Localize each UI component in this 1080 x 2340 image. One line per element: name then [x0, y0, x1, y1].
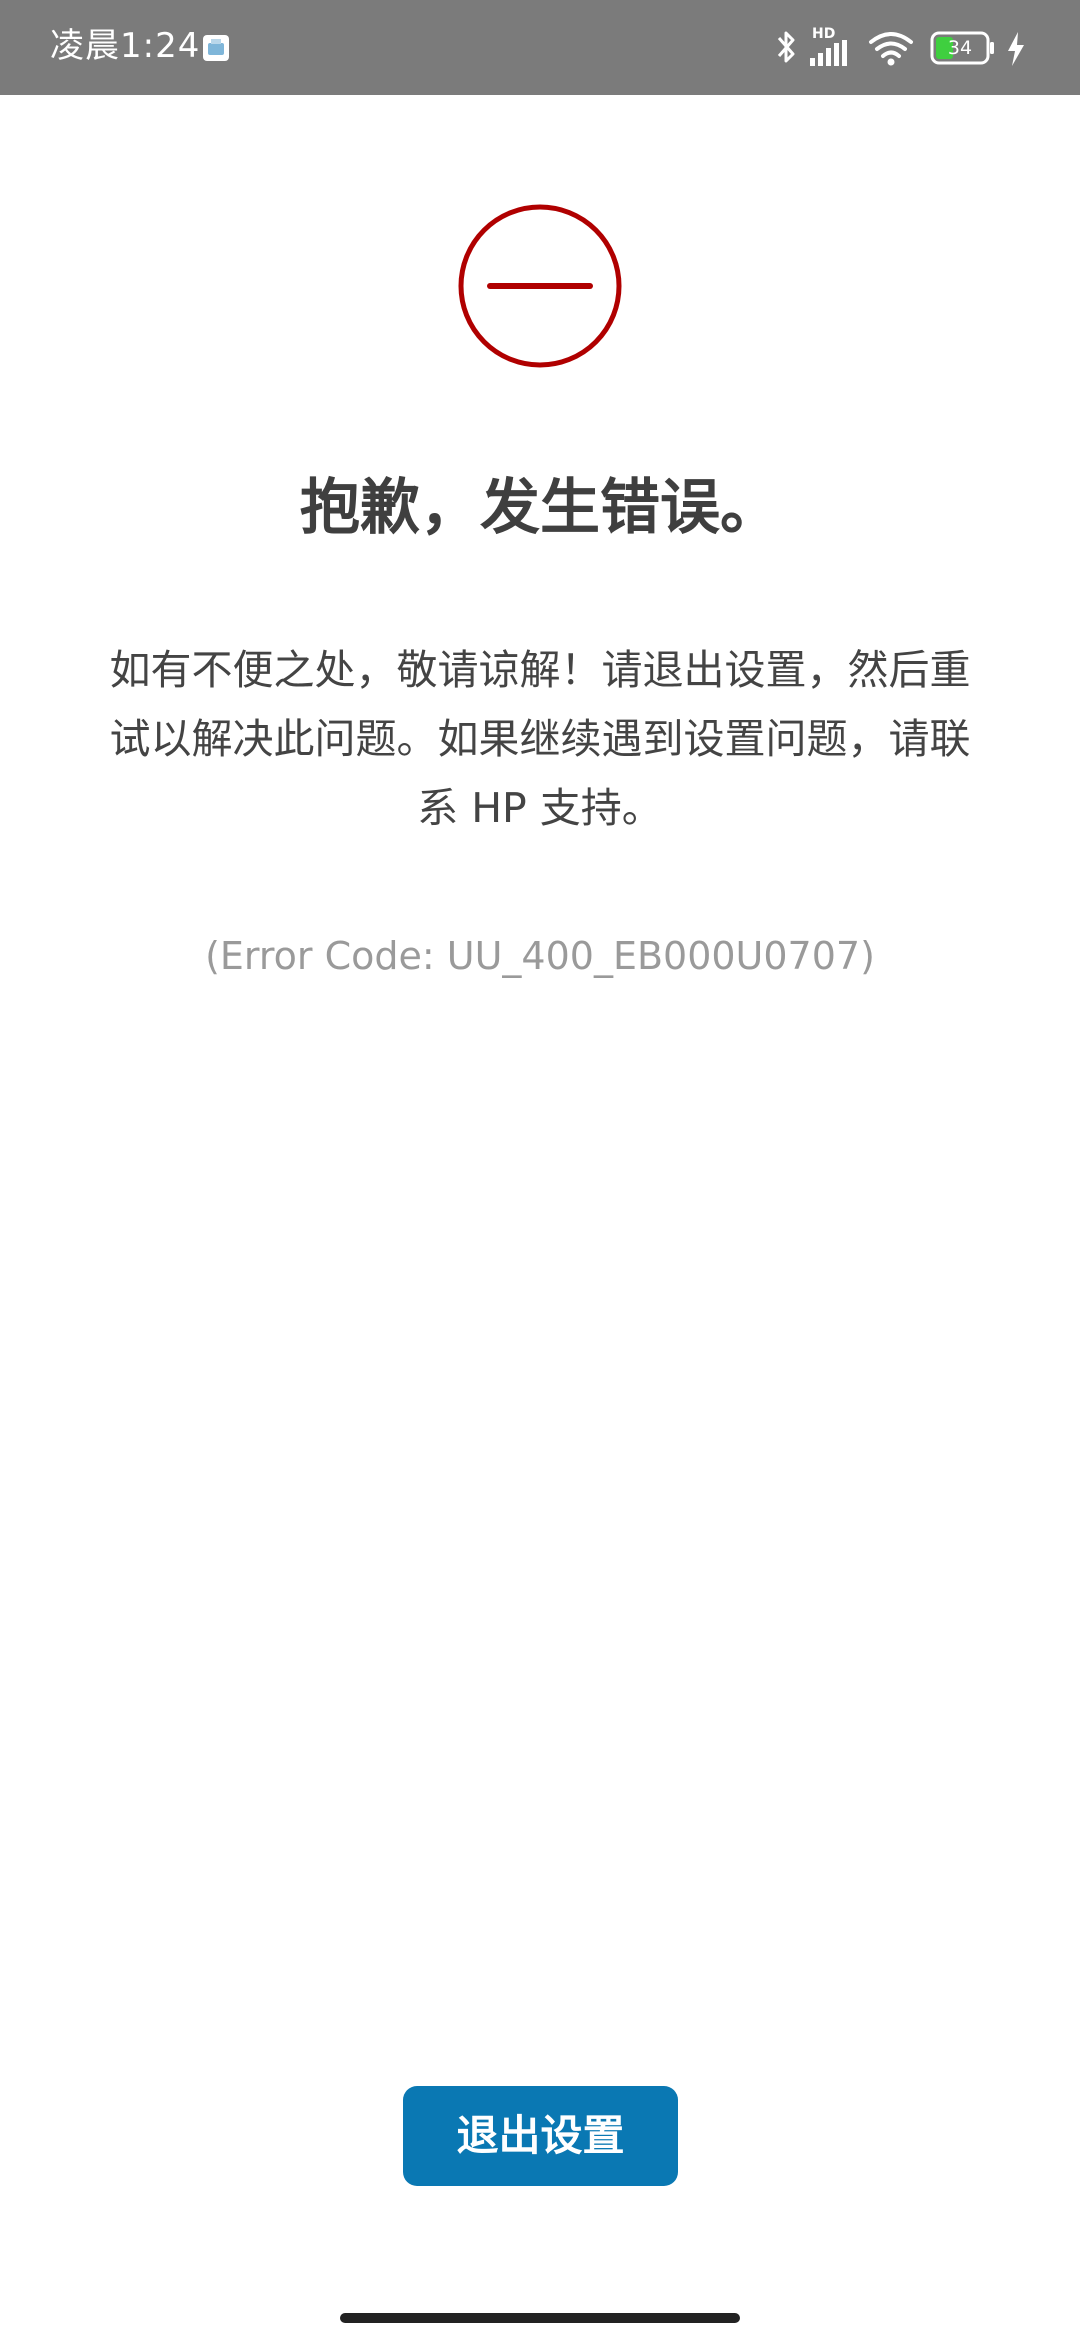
- minus-circle-icon: [458, 204, 622, 368]
- status-icons: HD 34: [770, 0, 1060, 95]
- notification-app-icon: [203, 35, 229, 61]
- error-code: (Error Code: UU_400_EB000U0707): [205, 934, 875, 978]
- signal-icon: [810, 40, 847, 66]
- error-message: 如有不便之处，敬请谅解！请退出设置，然后重试以解决此问题。如果继续遇到设置问题，…: [109, 646, 971, 832]
- error-title: 抱歉，发生错误。: [300, 473, 780, 543]
- home-indicator[interactable]: [340, 2313, 740, 2323]
- charging-icon: [1008, 32, 1024, 66]
- battery-level: 34: [947, 37, 973, 59]
- wifi-icon: [869, 32, 913, 66]
- bluetooth-icon: [777, 31, 795, 63]
- exit-setup-button[interactable]: 退出设置: [403, 2086, 678, 2186]
- status-time: 凌晨1:24: [50, 26, 201, 66]
- status-bar: 凌晨1:24 HD 34: [0, 0, 1080, 95]
